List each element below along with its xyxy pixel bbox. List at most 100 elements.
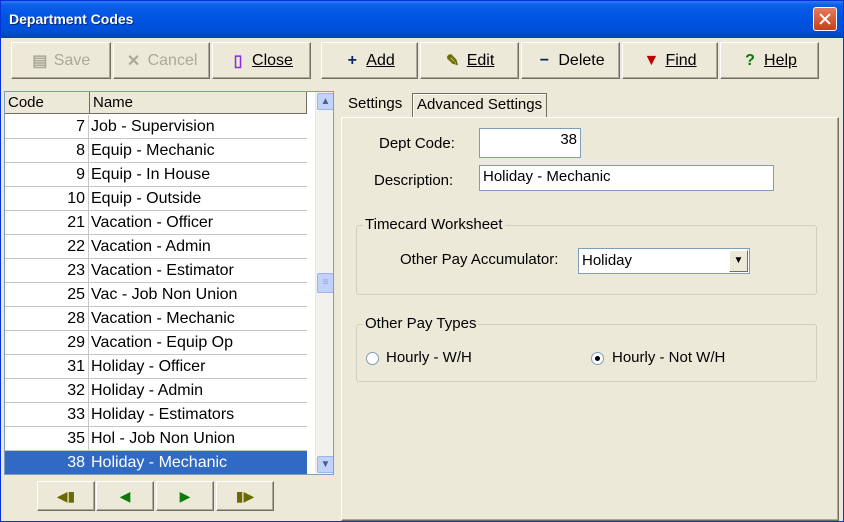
row-code: 22	[5, 235, 89, 259]
tab-advanced-settings[interactable]: Advanced Settings	[412, 93, 548, 117]
help-button[interactable]: ? Help	[720, 42, 819, 79]
cancel-button[interactable]: ✕ Cancel	[113, 42, 210, 79]
chevron-down-icon[interactable]: ▼	[729, 250, 748, 272]
save-label: Save	[53, 51, 91, 69]
row-name: Holiday - Officer	[91, 358, 206, 375]
dept-code-label: Dept Code:	[379, 135, 455, 152]
table-row[interactable]: 7 Job - Supervision	[5, 115, 307, 139]
table-row[interactable]: 29 Vacation - Equip Op	[5, 331, 307, 355]
add-button[interactable]: + Add	[321, 42, 418, 79]
radio-hourly-wh[interactable]	[366, 352, 379, 365]
table-row[interactable]: 21 Vacation - Officer	[5, 211, 307, 235]
row-code: 38	[5, 451, 89, 474]
row-code: 8	[5, 139, 89, 163]
department-codes-window: Department Codes ▤ Save ✕ Cancel ▯ Close…	[0, 0, 844, 522]
row-name: Equip - In House	[91, 166, 211, 183]
right-arrow-icon: ▶	[179, 488, 191, 504]
row-name: Vacation - Equip Op	[91, 334, 234, 351]
question-mark-icon: ?	[745, 51, 755, 69]
table-row[interactable]: 22 Vacation - Admin	[5, 235, 307, 259]
close-label: Close	[252, 51, 293, 69]
column-header-code[interactable]: Code	[5, 92, 90, 114]
row-name: Holiday - Admin	[91, 382, 204, 399]
window-close-button[interactable]	[813, 7, 837, 31]
row-code: 35	[5, 427, 89, 451]
find-label: Find	[665, 51, 697, 69]
row-code: 10	[5, 187, 89, 211]
accumulator-select[interactable]: Holiday ▼	[578, 248, 750, 274]
plus-icon: +	[347, 51, 357, 69]
dept-code-field[interactable]: 38	[479, 128, 581, 158]
last-record-button[interactable]: ▮▶	[216, 481, 274, 511]
description-label: Description:	[374, 172, 454, 189]
tab-panel: Dept Code: 38 Description: Holiday - Mec…	[341, 117, 839, 521]
left-arrow-icon: ◀	[119, 488, 131, 504]
save-button[interactable]: ▤ Save	[11, 42, 111, 79]
find-button[interactable]: ▼ Find	[622, 42, 718, 79]
other-pay-types-group: Other Pay Types Hourly - W/H Hourly - No…	[356, 315, 817, 382]
table-row[interactable]: 28 Vacation - Mechanic	[5, 307, 307, 331]
row-name: Job - Supervision	[91, 118, 215, 135]
next-record-button[interactable]: ▶	[156, 481, 214, 511]
description-field[interactable]: Holiday - Mechanic	[479, 165, 774, 191]
department-list[interactable]: Code Name 7 Job - Supervision 8 Equip - Mec…	[4, 91, 334, 475]
row-code: 28	[5, 307, 89, 331]
door-icon: ▯	[233, 52, 243, 70]
first-record-icon: ◀▮	[56, 488, 76, 504]
row-code: 31	[5, 355, 89, 379]
last-record-icon: ▮▶	[235, 488, 255, 504]
help-label: Help	[764, 51, 797, 69]
row-code: 23	[5, 259, 89, 283]
minus-icon: −	[539, 51, 550, 69]
scroll-up-icon[interactable]: ▲	[317, 93, 333, 110]
column-header-name[interactable]: Name	[90, 92, 307, 114]
list-scrollbar[interactable]: ▲ ≡ ▼	[315, 92, 333, 474]
radio-hourly-wh-label[interactable]: Hourly - W/H	[386, 349, 472, 366]
cancel-label: Cancel	[147, 51, 198, 69]
radio-hourly-not-wh[interactable]	[591, 352, 604, 365]
delete-button[interactable]: − Delete	[521, 42, 620, 79]
table-row[interactable]: 8 Equip - Mechanic	[5, 139, 307, 163]
table-row[interactable]: 9 Equip - In House	[5, 163, 307, 187]
row-code: 9	[5, 163, 89, 187]
add-label: Add	[366, 51, 395, 69]
floppy-disk-icon: ▤	[32, 52, 48, 70]
first-record-button[interactable]: ◀▮	[37, 481, 95, 511]
title-bar[interactable]: Department Codes	[1, 1, 843, 38]
row-name: Vacation - Admin	[91, 238, 211, 255]
row-name: Holiday - Estimators	[91, 406, 235, 423]
row-code: 32	[5, 379, 89, 403]
table-row[interactable]: 31 Holiday - Officer	[5, 355, 307, 379]
close-button[interactable]: ▯ Close	[212, 42, 311, 79]
table-row[interactable]: 23 Vacation - Estimator	[5, 259, 307, 283]
table-row[interactable]: 35 Hol - Job Non Union	[5, 427, 307, 451]
timecard-worksheet-group: Timecard Worksheet Other Pay Accumulator…	[356, 216, 817, 295]
timecard-worksheet-legend: Timecard Worksheet	[363, 216, 505, 233]
scroll-thumb[interactable]: ≡	[317, 273, 333, 293]
scroll-down-icon[interactable]: ▼	[317, 456, 333, 473]
edit-button[interactable]: ✎ Edit	[420, 42, 519, 79]
table-row[interactable]: 33 Holiday - Estimators	[5, 403, 307, 427]
row-code: 33	[5, 403, 89, 427]
tab-settings[interactable]: Settings	[344, 93, 406, 117]
table-row[interactable]: 38 Holiday - Mechanic	[5, 451, 307, 474]
notepad-pencil-icon: ✎	[446, 52, 460, 70]
radio-hourly-not-wh-label[interactable]: Hourly - Not W/H	[612, 349, 725, 366]
row-name: Vacation - Mechanic	[91, 310, 235, 327]
edit-label: Edit	[466, 51, 495, 69]
table-row[interactable]: 25 Vac - Job Non Union	[5, 283, 307, 307]
accumulator-value: Holiday	[582, 252, 633, 269]
flashlight-icon: ▼	[643, 51, 660, 69]
row-code: 25	[5, 283, 89, 307]
delete-label: Delete	[558, 51, 605, 69]
row-name: Vac - Job Non Union	[91, 286, 238, 303]
table-row[interactable]: 32 Holiday - Admin	[5, 379, 307, 403]
previous-record-button[interactable]: ◀	[96, 481, 154, 511]
row-name: Holiday - Mechanic	[91, 454, 228, 471]
list-header: Code Name	[5, 92, 307, 114]
row-name: Vacation - Estimator	[91, 262, 234, 279]
table-row[interactable]: 10 Equip - Outside	[5, 187, 307, 211]
row-name: Vacation - Officer	[91, 214, 214, 231]
row-name: Equip - Mechanic	[91, 142, 215, 159]
row-name: Equip - Outside	[91, 190, 202, 207]
